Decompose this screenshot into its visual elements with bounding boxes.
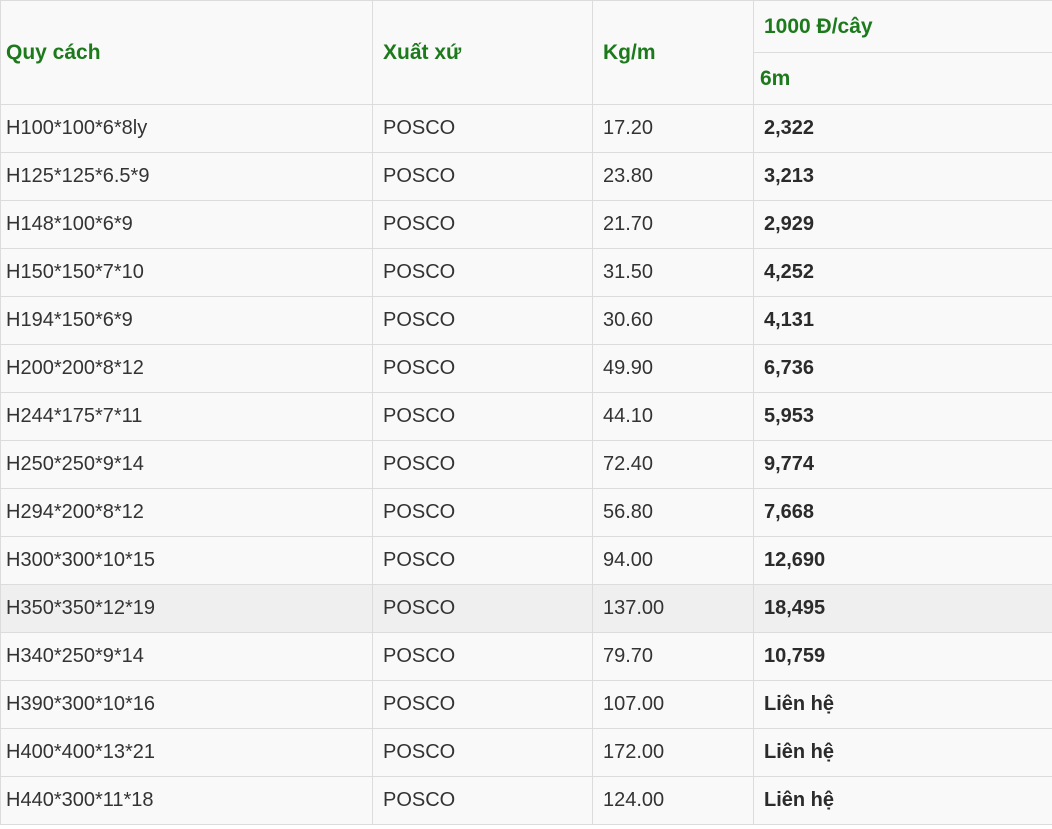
kg-per-m-cell: 17.20 bbox=[592, 104, 754, 153]
kg-per-m-cell: 124.00 bbox=[592, 776, 754, 825]
header-length: 6m bbox=[753, 52, 1052, 105]
spec-cell: H440*300*11*18 bbox=[0, 776, 373, 825]
price-cell: 3,213 bbox=[753, 152, 1052, 201]
table-row: H194*150*6*9 POSCO 30.60 4,131 bbox=[0, 296, 1052, 345]
spec-cell: H340*250*9*14 bbox=[0, 632, 373, 681]
price-cell: 4,131 bbox=[753, 296, 1052, 345]
origin-cell: POSCO bbox=[372, 776, 593, 825]
table-row: H125*125*6.5*9 POSCO 23.80 3,213 bbox=[0, 152, 1052, 201]
kg-per-m-cell: 23.80 bbox=[592, 152, 754, 201]
origin-cell: POSCO bbox=[372, 248, 593, 297]
origin-cell: POSCO bbox=[372, 584, 593, 633]
table-row: H294*200*8*12 POSCO 56.80 7,668 bbox=[0, 488, 1052, 537]
kg-per-m-cell: 72.40 bbox=[592, 440, 754, 489]
price-cell: 12,690 bbox=[753, 536, 1052, 585]
price-cell: 2,929 bbox=[753, 200, 1052, 249]
price-cell: 10,759 bbox=[753, 632, 1052, 681]
origin-cell: POSCO bbox=[372, 536, 593, 585]
kg-per-m-cell: 44.10 bbox=[592, 392, 754, 441]
price-cell: 18,495 bbox=[753, 584, 1052, 633]
origin-cell: POSCO bbox=[372, 344, 593, 393]
kg-per-m-cell: 21.70 bbox=[592, 200, 754, 249]
origin-cell: POSCO bbox=[372, 296, 593, 345]
spec-cell: H294*200*8*12 bbox=[0, 488, 373, 537]
price-cell: 6,736 bbox=[753, 344, 1052, 393]
table-row: H150*150*7*10 POSCO 31.50 4,252 bbox=[0, 248, 1052, 297]
kg-per-m-cell: 30.60 bbox=[592, 296, 754, 345]
price-cell: 2,322 bbox=[753, 104, 1052, 153]
origin-cell: POSCO bbox=[372, 440, 593, 489]
spec-cell: H250*250*9*14 bbox=[0, 440, 373, 489]
origin-cell: POSCO bbox=[372, 152, 593, 201]
origin-cell: POSCO bbox=[372, 200, 593, 249]
origin-cell: POSCO bbox=[372, 488, 593, 537]
kg-per-m-cell: 49.90 bbox=[592, 344, 754, 393]
table-header: Quy cách Xuất xứ Kg/m 1000 Đ/cây 6m bbox=[0, 0, 1052, 105]
table-row: H200*200*8*12 POSCO 49.90 6,736 bbox=[0, 344, 1052, 393]
price-cell: 7,668 bbox=[753, 488, 1052, 537]
table-row: H100*100*6*8ly POSCO 17.20 2,322 bbox=[0, 104, 1052, 153]
kg-per-m-cell: 172.00 bbox=[592, 728, 754, 777]
kg-per-m-cell: 137.00 bbox=[592, 584, 754, 633]
spec-cell: H125*125*6.5*9 bbox=[0, 152, 373, 201]
spec-cell: H390*300*10*16 bbox=[0, 680, 373, 729]
steel-price-table: Quy cách Xuất xứ Kg/m 1000 Đ/cây 6m H100… bbox=[0, 0, 1052, 825]
spec-cell: H244*175*7*11 bbox=[0, 392, 373, 441]
table-row: H400*400*13*21 POSCO 172.00 Liên hệ bbox=[0, 728, 1052, 777]
spec-cell: H350*350*12*19 bbox=[0, 584, 373, 633]
price-cell: Liên hệ bbox=[753, 680, 1052, 729]
table-row: H350*350*12*19 POSCO 137.00 18,495 bbox=[0, 584, 1052, 633]
kg-per-m-cell: 79.70 bbox=[592, 632, 754, 681]
kg-per-m-cell: 31.50 bbox=[592, 248, 754, 297]
spec-cell: H200*200*8*12 bbox=[0, 344, 373, 393]
header-origin: Xuất xứ bbox=[372, 0, 593, 105]
header-spec: Quy cách bbox=[0, 0, 373, 105]
origin-cell: POSCO bbox=[372, 104, 593, 153]
origin-cell: POSCO bbox=[372, 680, 593, 729]
spec-cell: H150*150*7*10 bbox=[0, 248, 373, 297]
table-row: H250*250*9*14 POSCO 72.40 9,774 bbox=[0, 440, 1052, 489]
table-body: H100*100*6*8ly POSCO 17.20 2,322 H125*125*6.… bbox=[0, 104, 1052, 825]
table-row: H148*100*6*9 POSCO 21.70 2,929 bbox=[0, 200, 1052, 249]
kg-per-m-cell: 107.00 bbox=[592, 680, 754, 729]
table-row: H440*300*11*18 POSCO 124.00 Liên hệ bbox=[0, 776, 1052, 825]
price-cell: 9,774 bbox=[753, 440, 1052, 489]
spec-cell: H194*150*6*9 bbox=[0, 296, 373, 345]
table-row: H340*250*9*14 POSCO 79.70 10,759 bbox=[0, 632, 1052, 681]
price-cell: Liên hệ bbox=[753, 776, 1052, 825]
table-row: H390*300*10*16 POSCO 107.00 Liên hệ bbox=[0, 680, 1052, 729]
price-cell: 4,252 bbox=[753, 248, 1052, 297]
spec-cell: H148*100*6*9 bbox=[0, 200, 373, 249]
spec-cell: H300*300*10*15 bbox=[0, 536, 373, 585]
header-kg-per-m: Kg/m bbox=[592, 0, 754, 105]
table-row: H300*300*10*15 POSCO 94.00 12,690 bbox=[0, 536, 1052, 585]
price-cell: 5,953 bbox=[753, 392, 1052, 441]
origin-cell: POSCO bbox=[372, 392, 593, 441]
origin-cell: POSCO bbox=[372, 728, 593, 777]
header-price-unit: 1000 Đ/cây bbox=[753, 0, 1052, 53]
origin-cell: POSCO bbox=[372, 632, 593, 681]
spec-cell: H400*400*13*21 bbox=[0, 728, 373, 777]
price-cell: Liên hệ bbox=[753, 728, 1052, 777]
header-row: Quy cách Xuất xứ Kg/m 1000 Đ/cây bbox=[0, 0, 1052, 105]
kg-per-m-cell: 56.80 bbox=[592, 488, 754, 537]
table-row: H244*175*7*11 POSCO 44.10 5,953 bbox=[0, 392, 1052, 441]
kg-per-m-cell: 94.00 bbox=[592, 536, 754, 585]
spec-cell: H100*100*6*8ly bbox=[0, 104, 373, 153]
